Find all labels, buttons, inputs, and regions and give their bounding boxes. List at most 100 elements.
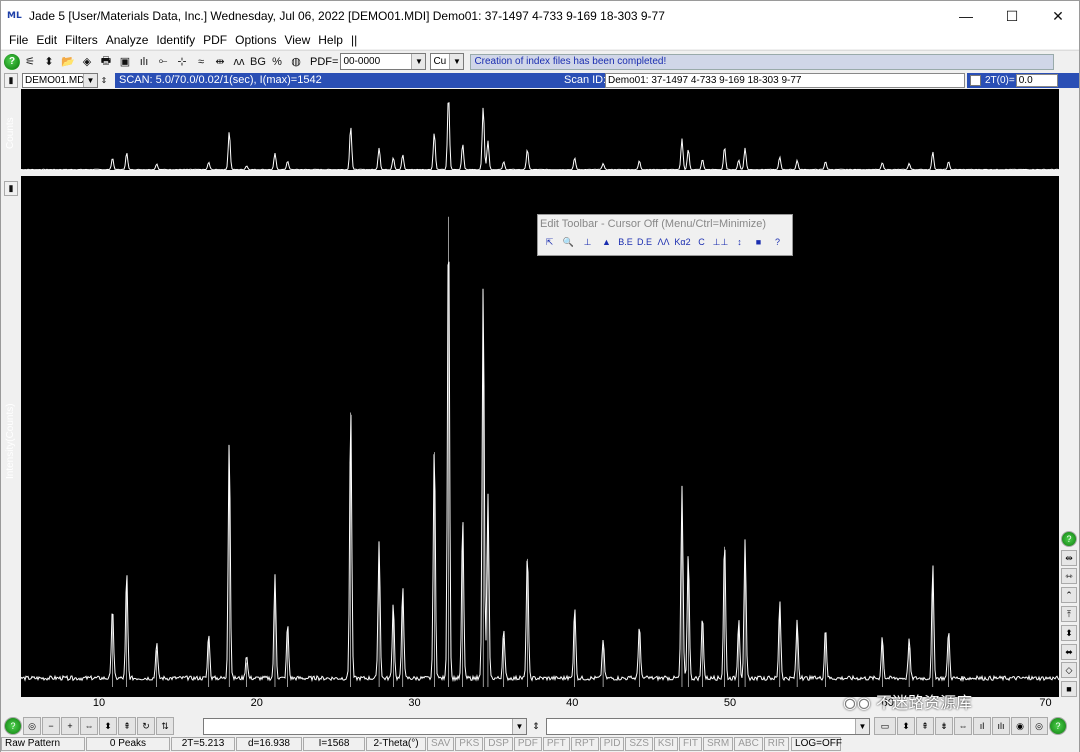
- chevron-down-icon[interactable]: ▼: [855, 718, 869, 734]
- scan-id-field[interactable]: Demo01: 37-1497 4-733 9-169 18-303 9-77: [605, 73, 965, 88]
- status-flag-pft[interactable]: PFT: [542, 737, 570, 751]
- anode-select[interactable]: Cu ▼: [430, 53, 465, 70]
- edit-tool-button-3[interactable]: ▲: [597, 233, 616, 251]
- status-flag-rpt[interactable]: RPT: [570, 737, 599, 751]
- help-icon[interactable]: ?: [1049, 717, 1067, 735]
- edit-tool-button-1[interactable]: 🔍: [559, 233, 578, 251]
- file-select[interactable]: DEMO01.MDI ▼: [22, 73, 98, 88]
- status-flag-szs[interactable]: SZS: [625, 737, 653, 751]
- arrows-icon[interactable]: ⇅: [156, 717, 174, 735]
- move-vertical-icon[interactable]: ⬍: [1061, 625, 1077, 641]
- updown-icon[interactable]: ⬍: [40, 53, 58, 71]
- maximize-button[interactable]: ☐: [989, 1, 1035, 31]
- shift-icon[interactable]: ⇔: [954, 717, 972, 735]
- peaks-icon[interactable]: ılı: [135, 53, 153, 71]
- strip-icon[interactable]: ≈: [192, 53, 210, 71]
- panel-toggle-icon[interactable]: ▮: [4, 73, 18, 88]
- status-flag-sav[interactable]: SAV: [427, 737, 455, 751]
- smooth-icon[interactable]: ⟜: [154, 53, 172, 71]
- settings-icon[interactable]: ◉: [1011, 717, 1029, 735]
- spin-icon[interactable]: ⇕: [98, 73, 110, 88]
- background-icon[interactable]: ⊹: [173, 53, 191, 71]
- open-folder-icon[interactable]: 📂: [59, 53, 77, 71]
- globe-icon[interactable]: ◍: [287, 53, 305, 71]
- profile-icon[interactable]: ʌʌ: [230, 53, 248, 71]
- pattern-icon[interactable]: ⚟: [21, 53, 39, 71]
- plus-icon[interactable]: +: [61, 717, 79, 735]
- edit-tool-button-6[interactable]: ΛΛ: [654, 233, 673, 251]
- edit-toolbar[interactable]: Edit Toolbar - Cursor Off (Menu/Ctrl=Min…: [537, 214, 793, 256]
- edit-tool-button-11[interactable]: ■: [749, 233, 768, 251]
- shift-icon[interactable]: ⇔: [80, 717, 98, 735]
- box-icon[interactable]: ▭: [874, 717, 896, 735]
- spin-icon[interactable]: ⇕: [527, 717, 545, 735]
- status-flag-pdf[interactable]: PDF: [513, 737, 542, 751]
- print-icon[interactable]: 🖶: [97, 53, 115, 71]
- updown-icon[interactable]: ⬍: [897, 717, 915, 735]
- expand-icon[interactable]: ◇: [1061, 662, 1077, 678]
- xrd-pattern-chart[interactable]: [20, 89, 1060, 697]
- percent-icon[interactable]: %: [268, 53, 286, 71]
- help-icon[interactable]: ?: [4, 717, 22, 735]
- two-theta-checkbox[interactable]: [970, 75, 981, 86]
- menu-item-0[interactable]: File: [9, 33, 28, 47]
- menu-item-7[interactable]: View: [284, 33, 310, 47]
- edit-tool-button-0[interactable]: ⇱: [540, 233, 559, 251]
- chevron-down-icon[interactable]: ▼: [512, 718, 526, 734]
- updown-icon[interactable]: ⬍: [99, 717, 117, 735]
- minus-icon[interactable]: −: [42, 717, 60, 735]
- refresh-icon[interactable]: ↻: [137, 717, 155, 735]
- layers-icon[interactable]: ◈: [78, 53, 96, 71]
- edit-tool-button-9[interactable]: ⊥⊥: [711, 233, 730, 251]
- edit-tool-button-2[interactable]: ⊥: [578, 233, 597, 251]
- menu-item-1[interactable]: Edit: [36, 33, 57, 47]
- status-log[interactable]: LOG=OFF: [791, 737, 842, 751]
- pdf-select[interactable]: 00-0000 ▼: [340, 53, 427, 70]
- bg-icon[interactable]: BG: [249, 53, 267, 71]
- edit-tool-button-5[interactable]: D.E: [635, 233, 654, 251]
- up-icon[interactable]: ⇞: [916, 717, 934, 735]
- edit-tool-button-12[interactable]: ?: [768, 233, 787, 251]
- status-flag-abc[interactable]: ABC: [734, 737, 763, 751]
- scale-up-icon[interactable]: ⌃: [1061, 587, 1077, 603]
- move-icon[interactable]: ⇞: [118, 717, 136, 735]
- status-flag-dsp[interactable]: DSP: [484, 737, 513, 751]
- status-flag-fit[interactable]: FIT: [679, 737, 702, 751]
- menu-item-9[interactable]: ||: [351, 33, 357, 47]
- status-flag-pks[interactable]: PKS: [455, 737, 484, 751]
- menu-item-2[interactable]: Filters: [65, 33, 98, 47]
- menu-item-3[interactable]: Analyze: [106, 33, 149, 47]
- menu-item-4[interactable]: Identify: [156, 33, 195, 47]
- status-flag-pid[interactable]: PID: [599, 737, 625, 751]
- panel-toggle-icon[interactable]: ▮: [4, 181, 18, 196]
- zoom-out-icon[interactable]: ⇿: [1061, 568, 1077, 584]
- move-horizontal-icon[interactable]: ⬌: [1061, 644, 1077, 660]
- edit-tool-button-10[interactable]: ↕: [730, 233, 749, 251]
- bars-icon[interactable]: ılı: [992, 717, 1010, 735]
- chevron-down-icon[interactable]: ▼: [411, 54, 426, 69]
- menu-item-6[interactable]: Options: [235, 33, 276, 47]
- help-icon[interactable]: ?: [1061, 531, 1077, 547]
- overlay-select[interactable]: ▼: [203, 717, 527, 735]
- save-icon[interactable]: ▣: [116, 53, 134, 71]
- two-theta-input[interactable]: 0.0: [1015, 74, 1058, 87]
- zoom-in-icon[interactable]: ⇹: [1061, 550, 1077, 566]
- target-icon[interactable]: ◎: [23, 717, 41, 735]
- chevron-down-icon[interactable]: ▼: [83, 74, 97, 87]
- edit-tool-button-7[interactable]: Kα2: [673, 233, 692, 251]
- help-icon[interactable]: ?: [4, 53, 20, 70]
- status-flag-ksi[interactable]: KSI: [653, 737, 678, 751]
- menu-item-5[interactable]: PDF: [203, 33, 227, 47]
- status-flag-srm[interactable]: SRM: [703, 737, 734, 751]
- stop-icon[interactable]: ■: [1061, 681, 1077, 697]
- chevron-down-icon[interactable]: ▼: [449, 54, 464, 69]
- down-icon[interactable]: ⇟: [935, 717, 953, 735]
- expand-icon[interactable]: ⇹: [211, 53, 229, 71]
- status-flag-rir[interactable]: RIR: [763, 737, 790, 751]
- sticks-icon[interactable]: ıl: [973, 717, 991, 735]
- close-button[interactable]: ✕: [1035, 1, 1080, 31]
- pdf-overlay-select[interactable]: ▼: [546, 717, 870, 735]
- menu-item-8[interactable]: Help: [318, 33, 343, 47]
- edit-tool-button-8[interactable]: C: [692, 233, 711, 251]
- plot-area[interactable]: Counts Intensity(Counts): [5, 89, 1060, 697]
